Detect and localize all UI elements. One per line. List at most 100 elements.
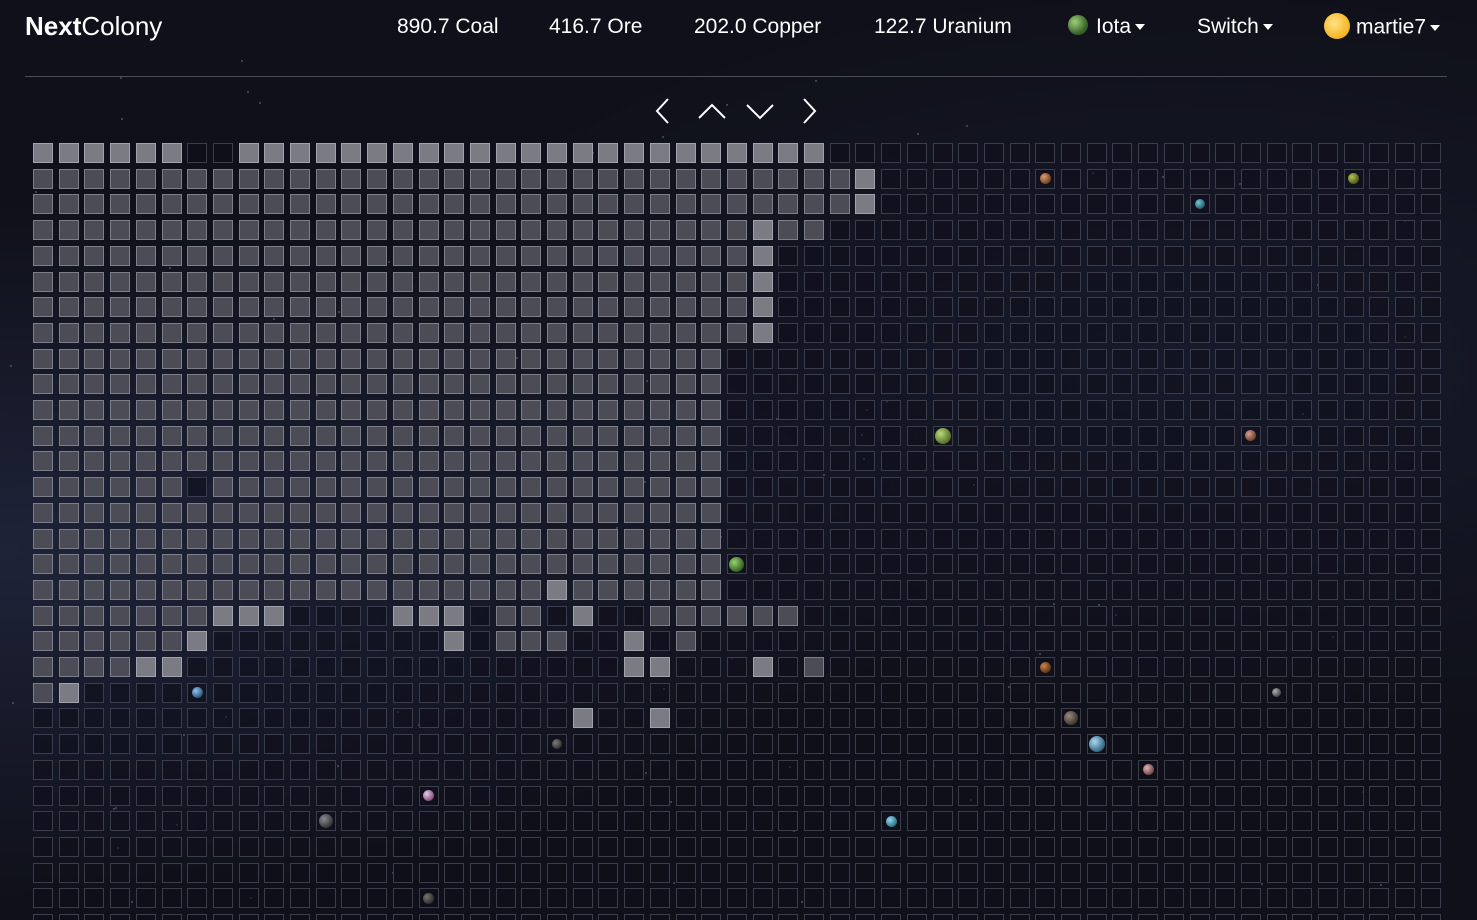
map-cell[interactable]: [983, 785, 1004, 806]
map-cell[interactable]: [469, 579, 490, 600]
map-cell[interactable]: [1420, 245, 1441, 266]
map-cell[interactable]: [624, 451, 645, 472]
map-cell[interactable]: [598, 477, 619, 498]
map-cell[interactable]: [84, 836, 105, 857]
map-cell[interactable]: [1369, 245, 1390, 266]
map-cell[interactable]: [1266, 734, 1287, 755]
map-cell[interactable]: [1061, 554, 1081, 575]
map-cell[interactable]: [1369, 477, 1390, 498]
map-cell[interactable]: [855, 348, 876, 369]
map-cell[interactable]: [84, 220, 105, 241]
map-cell[interactable]: [521, 425, 542, 446]
map-cell[interactable]: [572, 477, 593, 498]
map-cell[interactable]: [1138, 708, 1159, 729]
map-cell[interactable]: [598, 528, 619, 549]
map-cell[interactable]: [881, 245, 902, 266]
map-cell[interactable]: [1420, 220, 1441, 241]
map-cell[interactable]: [1086, 708, 1107, 729]
map-cell[interactable]: [547, 400, 567, 420]
map-cell[interactable]: [624, 657, 645, 677]
map-cell[interactable]: [906, 631, 927, 652]
map-cell[interactable]: [110, 631, 131, 652]
map-cell[interactable]: [701, 888, 722, 909]
map-cell[interactable]: [1061, 657, 1081, 677]
map-cell[interactable]: [58, 631, 79, 652]
map-cell[interactable]: [33, 528, 53, 549]
map-cell[interactable]: [1138, 451, 1159, 472]
map-cell[interactable]: [983, 914, 1004, 920]
map-cell[interactable]: [932, 400, 953, 420]
map-cell[interactable]: [1086, 143, 1107, 163]
map-cell[interactable]: [135, 400, 156, 420]
map-cell[interactable]: [675, 914, 696, 920]
map-cell[interactable]: [238, 605, 259, 626]
map-cell[interactable]: [110, 657, 131, 677]
map-cell[interactable]: [469, 297, 490, 318]
map-cell[interactable]: [804, 888, 824, 909]
map-cell[interactable]: [84, 451, 105, 472]
map-cell[interactable]: [1163, 271, 1184, 292]
map-cell[interactable]: [290, 579, 310, 600]
map-cell[interactable]: [1189, 425, 1210, 446]
map-cell[interactable]: [469, 374, 490, 395]
map-cell[interactable]: [392, 425, 413, 446]
map-cell[interactable]: [341, 554, 362, 575]
map-cell[interactable]: [1369, 759, 1390, 780]
map-cell[interactable]: [547, 605, 567, 626]
map-cell[interactable]: [135, 605, 156, 626]
brand-logo[interactable]: NextColony: [25, 11, 162, 42]
map-cell[interactable]: [624, 836, 645, 857]
map-cell[interactable]: [212, 168, 233, 189]
map-up-button[interactable]: [697, 96, 727, 126]
map-cell[interactable]: [932, 374, 953, 395]
map-cell[interactable]: [58, 477, 79, 498]
map-cell[interactable]: [469, 168, 490, 189]
map-cell[interactable]: [1035, 734, 1056, 755]
map-cell[interactable]: [598, 348, 619, 369]
map-cell[interactable]: [341, 914, 362, 920]
map-cell[interactable]: [804, 914, 824, 920]
map-cell[interactable]: [367, 425, 388, 446]
map-cell[interactable]: [135, 811, 156, 832]
map-cell[interactable]: [1240, 785, 1261, 806]
map-cell[interactable]: [598, 657, 619, 677]
map-cell[interactable]: [829, 631, 850, 652]
map-cell[interactable]: [135, 322, 156, 343]
map-cell[interactable]: [958, 888, 979, 909]
map-cell[interactable]: [161, 143, 182, 163]
map-cell[interactable]: [187, 374, 208, 395]
map-cell[interactable]: [444, 194, 465, 215]
map-cell[interactable]: [1318, 451, 1338, 472]
map-cell[interactable]: [315, 554, 336, 575]
map-cell[interactable]: [1009, 168, 1030, 189]
map-cell[interactable]: [1240, 143, 1261, 163]
map-cell[interactable]: [1240, 734, 1261, 755]
map-cell[interactable]: [1343, 862, 1364, 883]
map-cell[interactable]: [110, 811, 131, 832]
map-cell[interactable]: [1035, 888, 1056, 909]
map-cell[interactable]: [1215, 631, 1236, 652]
map-cell[interactable]: [392, 631, 413, 652]
map-cell[interactable]: [624, 734, 645, 755]
map-cell[interactable]: [778, 734, 799, 755]
map-cell[interactable]: [598, 425, 619, 446]
map-cell[interactable]: [418, 759, 439, 780]
map-cell[interactable]: [1163, 194, 1184, 215]
map-cell[interactable]: [906, 811, 927, 832]
map-cell[interactable]: [881, 554, 902, 575]
map-cell[interactable]: [392, 297, 413, 318]
map-cell[interactable]: [135, 862, 156, 883]
map-cell[interactable]: [187, 271, 208, 292]
map-cell[interactable]: [495, 271, 516, 292]
map-cell[interactable]: [1086, 425, 1107, 446]
map-cell[interactable]: [58, 143, 79, 163]
map-cell[interactable]: [675, 297, 696, 318]
map-cell[interactable]: [855, 631, 876, 652]
map-cell[interactable]: [547, 297, 567, 318]
map-cell[interactable]: [444, 374, 465, 395]
map-cell[interactable]: [58, 862, 79, 883]
map-cell[interactable]: [752, 220, 773, 241]
map-cell[interactable]: [521, 657, 542, 677]
map-cell[interactable]: [778, 245, 799, 266]
map-cell[interactable]: [932, 888, 953, 909]
